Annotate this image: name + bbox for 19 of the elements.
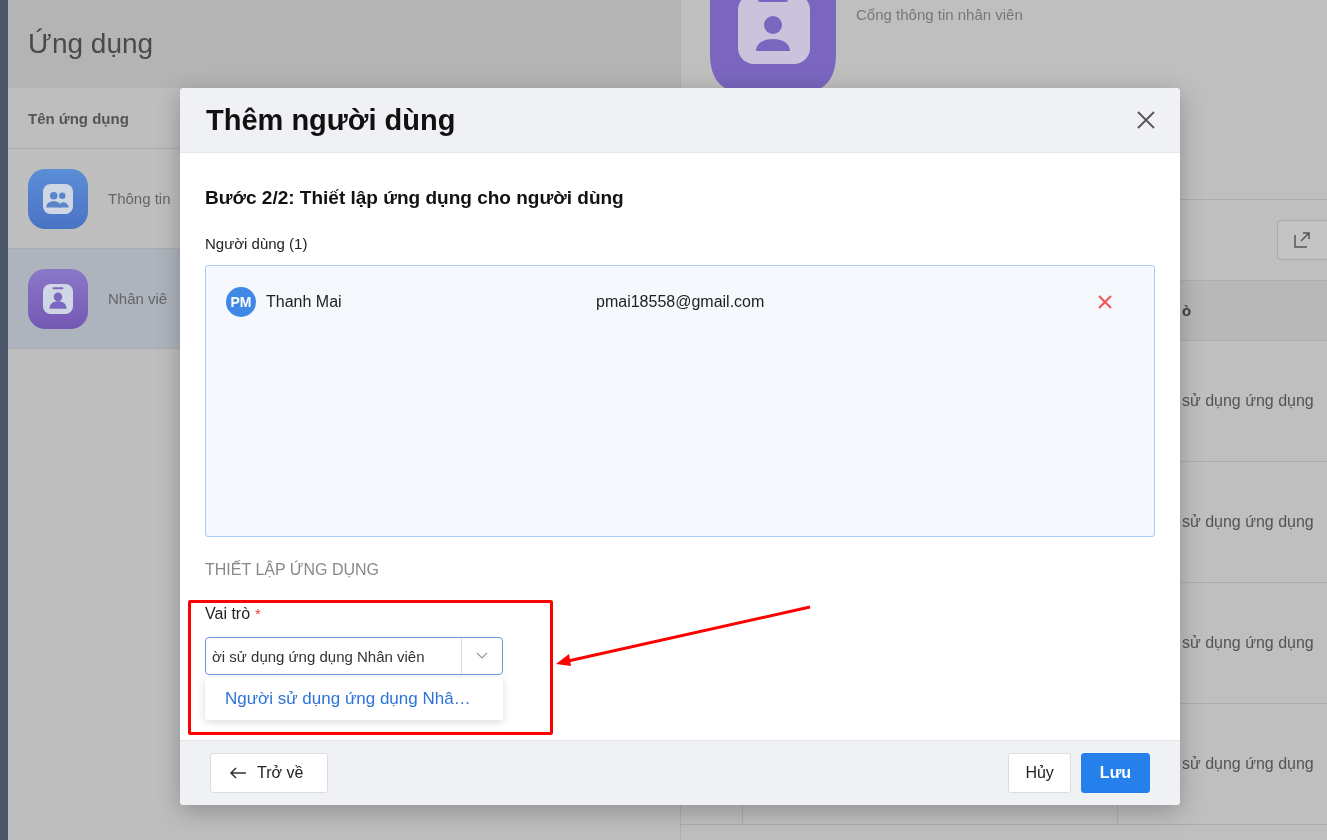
users-label: Người dùng (1)	[205, 235, 308, 252]
app-name: Thông tin	[108, 190, 171, 207]
column-header: Tên ứng dụng	[28, 109, 129, 127]
step-heading: Bước 2/2: Thiết lập ứng dụng cho người dùng	[205, 187, 624, 209]
table-cell: sử dụng ứng dụng	[1182, 392, 1314, 410]
user-avatar: PM	[226, 287, 256, 317]
dialog-title: Thêm người dùng	[206, 103, 456, 137]
user-name: Thanh Mai	[266, 293, 343, 311]
app-description: Cổng thông tin nhân viên	[856, 6, 1023, 23]
table-cell: sử dụng ứng dụng	[1182, 634, 1314, 652]
app-name: Nhân viê	[108, 290, 168, 307]
user-email: pmai18558@gmail.com	[596, 293, 766, 311]
column-header: ò	[1182, 302, 1192, 319]
field-label: Vai trò	[205, 605, 251, 623]
page-title: Ứng dụng	[28, 28, 154, 60]
table-cell: sử dụng ứng dụng	[1182, 755, 1314, 773]
required-mark: *	[255, 605, 261, 623]
section-heading: THIẾT LẬP ỨNG DỤNG	[205, 561, 379, 579]
table-cell: sử dụng ứng dụng	[1182, 513, 1314, 531]
